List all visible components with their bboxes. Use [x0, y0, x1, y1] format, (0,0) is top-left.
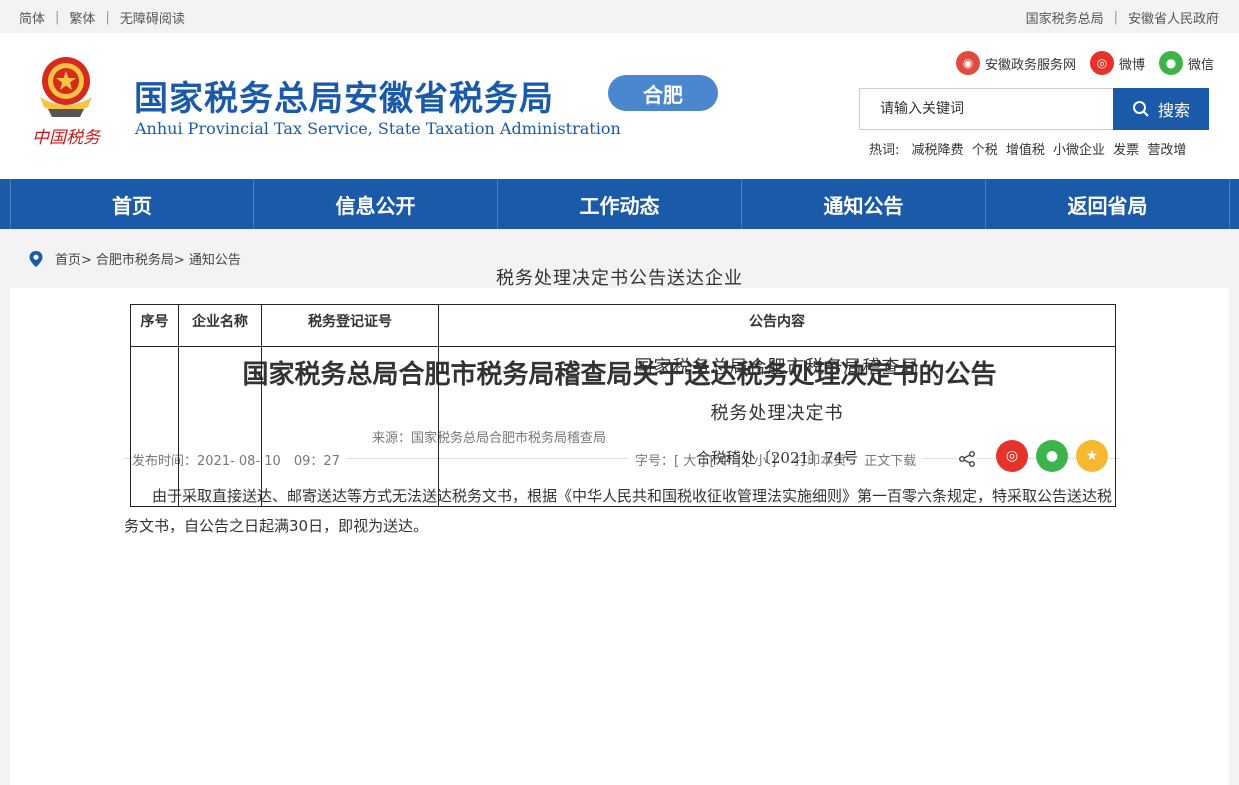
- site-header: 中国税务 国家税务总局安徽省税务局 Anhui Provincial Tax S…: [0, 33, 1239, 179]
- hot-word[interactable]: 减税降费: [912, 143, 964, 158]
- accessibility-link[interactable]: 无障碍阅读: [120, 8, 185, 27]
- search-input[interactable]: [859, 88, 1113, 130]
- anhui-gov-link[interactable]: 安徽省人民政府: [1128, 8, 1219, 27]
- hot-words-label: 热词:: [869, 143, 900, 158]
- sta-link[interactable]: 国家税务总局: [1026, 8, 1104, 27]
- hot-word[interactable]: 个税: [972, 143, 998, 158]
- traditional-link[interactable]: 繁体: [69, 8, 95, 27]
- weibo-link[interactable]: ◎ 微博: [1089, 51, 1145, 75]
- search-button-label: 搜索: [1157, 101, 1190, 120]
- doc-issuer: 国家税务总局合肥市税务局稽查局: [634, 357, 920, 378]
- hot-word[interactable]: 营改增: [1147, 143, 1186, 158]
- search-box: 搜索: [859, 88, 1209, 130]
- svg-text:中国税务: 中国税务: [32, 128, 102, 148]
- table-header-row: 序号 企业名称 税务登记证号 公告内容: [130, 304, 1116, 347]
- gov-service-label: 安徽政务服务网: [984, 57, 1076, 73]
- cell-content: 国家税务总局合肥市税务局稽查局 税务处理决定书 合税稽处〔2021〕74号: [438, 346, 1116, 507]
- weibo-icon: ◎: [1089, 51, 1114, 75]
- gov-service-link[interactable]: ◉ 安徽政务服务网: [955, 51, 1076, 75]
- weibo-label: 微博: [1118, 57, 1145, 73]
- cell-tax-id: [261, 346, 439, 507]
- col-content: 公告内容: [438, 304, 1116, 347]
- city-badge: 合肥: [608, 75, 718, 111]
- main-nav: 首页 信息公开 工作动态 通知公告 返回省局: [0, 179, 1239, 229]
- divider: |: [1113, 10, 1118, 25]
- wechat-label: 微信: [1187, 57, 1214, 73]
- search-icon: [1132, 101, 1149, 117]
- col-tax-id: 税务登记证号: [261, 304, 439, 347]
- wechat-icon: ●: [1158, 51, 1183, 75]
- nav-notices[interactable]: 通知公告: [742, 179, 986, 229]
- cell-index: [130, 346, 179, 507]
- doc-title: 税务处理决定书: [710, 403, 844, 424]
- site-subtitle: Anhui Provincial Tax Service, State Taxa…: [135, 119, 621, 138]
- nav-work-news[interactable]: 工作动态: [498, 179, 742, 229]
- hot-word[interactable]: 小微企业: [1053, 143, 1105, 158]
- wechat-link[interactable]: ● 微信: [1158, 51, 1214, 75]
- nav-info-disclosure[interactable]: 信息公开: [254, 179, 498, 229]
- social-links: ◉ 安徽政务服务网 ◎ 微博 ● 微信: [942, 51, 1214, 75]
- nav-home[interactable]: 首页: [10, 179, 254, 229]
- col-index: 序号: [130, 304, 179, 347]
- site-title[interactable]: 国家税务总局安徽省税务局: [134, 71, 554, 120]
- gov-service-icon: ◉: [955, 51, 980, 75]
- divider: |: [55, 10, 60, 25]
- tax-emblem-icon[interactable]: 中国税务: [30, 51, 102, 151]
- language-links: 简体 | 繁体 | 无障碍阅读: [19, 8, 185, 27]
- col-company: 企业名称: [178, 304, 262, 347]
- top-bar: 简体 | 繁体 | 无障碍阅读 国家税务总局 | 安徽省人民政府: [0, 0, 1239, 33]
- cell-company: [178, 346, 262, 507]
- hot-word[interactable]: 发票: [1113, 143, 1139, 158]
- simplified-link[interactable]: 简体: [19, 8, 45, 27]
- hot-word[interactable]: 增值税: [1006, 143, 1045, 158]
- nav-back-province[interactable]: 返回省局: [986, 179, 1230, 229]
- external-links: 国家税务总局 | 安徽省人民政府: [1026, 8, 1219, 27]
- search-button[interactable]: 搜索: [1113, 88, 1209, 130]
- table-title: 税务处理决定书公告送达企业: [496, 268, 743, 289]
- hot-words: 热词: 减税降费 个税 增值税 小微企业 发票 营改增: [869, 139, 1190, 158]
- table-row: 国家税务总局合肥市税务局稽查局 税务处理决定书 合税稽处〔2021〕74号: [130, 346, 1116, 507]
- doc-number: 合税稽处〔2021〕74号: [695, 449, 859, 467]
- divider: |: [105, 10, 110, 25]
- notice-table: 序号 企业名称 税务登记证号 公告内容 国家税务总局合肥市税务局稽查局 税务处理…: [130, 304, 1116, 507]
